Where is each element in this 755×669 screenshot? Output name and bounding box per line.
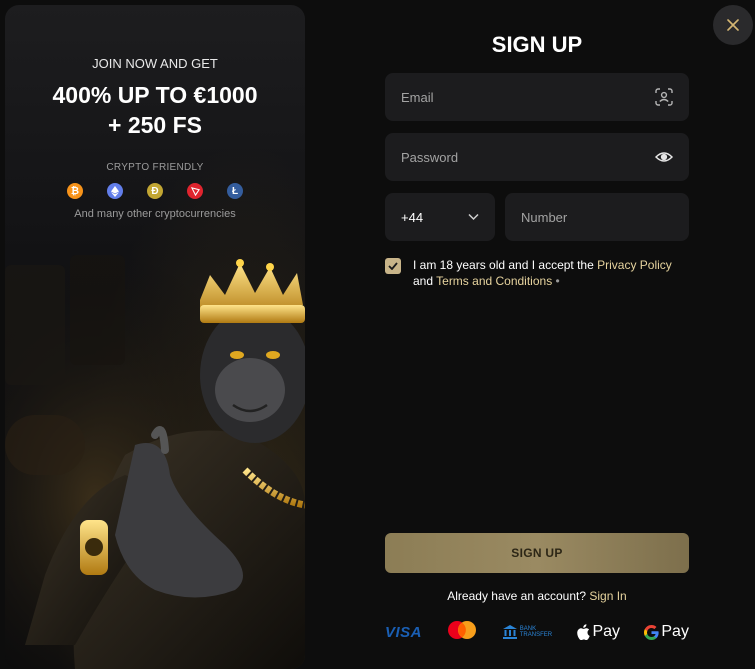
face-scan-icon[interactable] bbox=[655, 88, 673, 106]
phone-number-field[interactable] bbox=[505, 193, 689, 241]
payment-methods: VISA BANK TRANSFER Pay Pay bbox=[385, 620, 689, 644]
bank-transfer-logo: BANK TRANSFER bbox=[502, 625, 552, 639]
crypto-note: And many other cryptocurrencies bbox=[74, 208, 236, 220]
email-input[interactable] bbox=[385, 89, 689, 105]
checkmark-icon bbox=[388, 262, 398, 270]
bank-icon bbox=[502, 625, 517, 639]
gorilla-king-illustration bbox=[5, 245, 305, 669]
apple-pay-logo: Pay bbox=[576, 623, 620, 641]
close-icon bbox=[727, 19, 739, 31]
promo-headline-line2: + 250 FS bbox=[108, 112, 202, 138]
visa-logo: VISA bbox=[385, 623, 423, 641]
chevron-down-icon bbox=[468, 213, 479, 221]
dogecoin-icon: Ð bbox=[147, 183, 163, 199]
apple-pay-text: Pay bbox=[592, 623, 621, 640]
phone-prefix-select[interactable]: +44 bbox=[385, 193, 495, 241]
crypto-title: CRYPTO FRIENDLY bbox=[106, 162, 204, 173]
phone-prefix-value: +44 bbox=[401, 209, 424, 225]
promo-headline: 400% UP TO €1000 + 250 FS bbox=[5, 80, 305, 140]
page-title: SIGN UP bbox=[491, 32, 583, 57]
litecoin-icon: Ł bbox=[227, 183, 243, 199]
eye-icon[interactable] bbox=[655, 151, 673, 163]
signin-link[interactable]: Sign In bbox=[589, 589, 626, 603]
signin-prompt: Already have an account? Sign In bbox=[385, 589, 689, 603]
terms-checkbox[interactable] bbox=[385, 258, 401, 274]
bitcoin-icon: ₿ bbox=[67, 183, 83, 199]
apple-icon bbox=[577, 624, 591, 640]
privacy-policy-link[interactable]: Privacy Policy bbox=[597, 258, 672, 272]
close-button[interactable] bbox=[713, 5, 753, 45]
crypto-icons: ₿ Ð Ł bbox=[5, 183, 305, 199]
promo-panel: JOIN NOW AND GET 400% UP TO €1000 + 250 … bbox=[5, 5, 305, 669]
mastercard-logo bbox=[446, 620, 478, 645]
terms-text-2: and bbox=[413, 274, 437, 288]
promo-kicker: JOIN NOW AND GET bbox=[92, 56, 218, 71]
google-pay-text: Pay bbox=[661, 623, 689, 640]
google-g-icon bbox=[644, 624, 659, 640]
required-mark: • bbox=[552, 274, 560, 288]
bank-transfer-text: BANK TRANSFER bbox=[520, 626, 552, 638]
signin-prompt-text: Already have an account? bbox=[447, 589, 590, 603]
terms-conditions-link[interactable]: Terms and Conditions bbox=[436, 274, 552, 288]
phone-number-input[interactable] bbox=[505, 209, 689, 225]
password-input[interactable] bbox=[385, 149, 689, 165]
google-pay-logo: Pay bbox=[644, 623, 689, 641]
terms-label: I am 18 years old and I accept the Priva… bbox=[413, 257, 698, 289]
promo-headline-line1: 400% UP TO €1000 bbox=[52, 82, 258, 108]
bank-text-line2: TRANSFER bbox=[519, 632, 553, 638]
ethereum-icon bbox=[107, 183, 123, 199]
email-field[interactable] bbox=[385, 73, 689, 121]
tron-icon bbox=[187, 183, 203, 199]
terms-text-1: I am 18 years old and I accept the bbox=[413, 258, 598, 272]
password-field[interactable] bbox=[385, 133, 689, 181]
signup-button[interactable]: SIGN UP bbox=[385, 533, 689, 573]
